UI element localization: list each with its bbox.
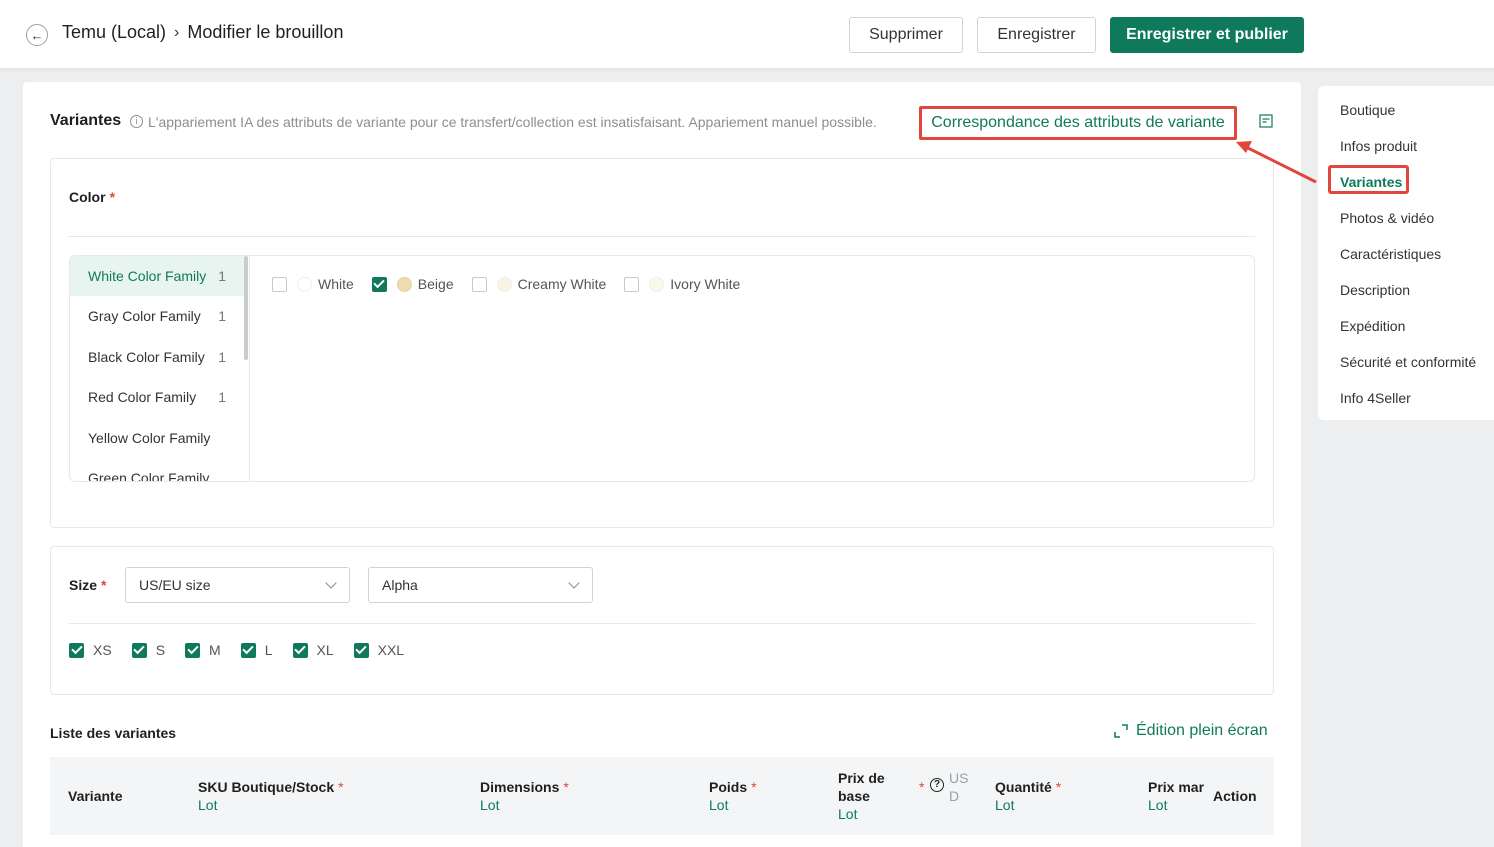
column-currency: US D <box>949 770 969 804</box>
checkbox[interactable] <box>240 642 256 658</box>
breadcrumb-store[interactable]: Temu (Local) <box>62 22 166 43</box>
size-option[interactable]: L <box>240 642 273 658</box>
color-swatch <box>297 276 312 292</box>
color-attribute-panel: Color * White Color Family 1 Gray Color Fa… <box>50 158 1274 528</box>
color-swatch <box>396 276 412 292</box>
divider <box>69 623 1255 624</box>
variant-list-title: Liste des variantes <box>50 725 177 741</box>
nav-item-shipping[interactable]: Expédition <box>1340 318 1405 334</box>
nav-item-safety-compliance[interactable]: Sécurité et conformité <box>1340 354 1476 370</box>
checkbox[interactable] <box>353 642 369 658</box>
divider <box>69 236 1255 237</box>
batch-link[interactable]: Lot <box>709 796 757 814</box>
color-family-item[interactable]: Red Color Family 1 <box>70 377 244 417</box>
color-option-beige[interactable]: Beige <box>371 276 454 292</box>
checkbox[interactable] <box>69 642 84 658</box>
color-option-creamy-white[interactable]: Creamy White <box>471 276 606 292</box>
color-picker: White Color Family 1 Gray Color Family 1 B… <box>69 255 1255 482</box>
size-attribute-panel: Size * US/EU size Alpha XS S M L XL XXL <box>50 546 1274 695</box>
nav-item-info-4seller[interactable]: Info 4Seller <box>1340 390 1411 406</box>
info-message: L'appariement IA des attributs de varian… <box>148 114 877 130</box>
column-action: Action <box>1213 788 1257 804</box>
notes-icon[interactable] <box>1259 114 1273 128</box>
nav-item-product-info[interactable]: Infos produit <box>1340 138 1417 154</box>
size-option[interactable]: XXL <box>353 642 404 658</box>
color-swatch <box>496 276 512 292</box>
color-family-item[interactable]: Gray Color Family 1 <box>70 296 244 336</box>
nav-item-boutique[interactable]: Boutique <box>1340 102 1395 118</box>
color-label: Color * <box>69 189 116 205</box>
batch-link[interactable]: Lot <box>995 796 1061 814</box>
nav-item-characteristics[interactable]: Caractéristiques <box>1340 246 1441 262</box>
page-header: ← Temu (Local) › Modifier le brouillon S… <box>0 0 1494 69</box>
size-option[interactable]: M <box>185 642 221 658</box>
batch-link[interactable]: Lot <box>1148 796 1204 814</box>
variant-attribute-mapping-link[interactable]: Correspondance des attributs de variante <box>919 106 1237 140</box>
chevron-down-icon <box>325 577 337 589</box>
color-family-list: White Color Family 1 Gray Color Family 1 B… <box>70 256 250 481</box>
page-title: Modifier le brouillon <box>187 22 344 42</box>
color-family-item[interactable]: Yellow Color Family <box>70 418 244 458</box>
column-variant: Variante <box>68 788 123 804</box>
color-swatch <box>649 276 665 292</box>
scrollbar[interactable] <box>244 256 248 360</box>
batch-link[interactable]: Lot <box>480 796 569 814</box>
size-options: XS S M L XL XXL <box>69 642 424 658</box>
color-option-ivory-white[interactable]: Ivory White <box>624 276 740 292</box>
variant-table-header: Variante SKU Boutique/Stock * Lot Dimensio… <box>50 757 1274 835</box>
section-title: Variantes <box>50 112 122 129</box>
base-price-required: * <box>919 779 925 795</box>
chevron-down-icon <box>568 577 580 589</box>
batch-link[interactable]: Lot <box>198 796 344 814</box>
size-option[interactable]: S <box>131 642 165 658</box>
nav-item-photos-video[interactable]: Photos & vidéo <box>1340 210 1434 226</box>
nav-item-description[interactable]: Description <box>1340 282 1410 298</box>
help-icon[interactable]: ? <box>930 778 944 792</box>
column-weight: Poids * Lot <box>709 779 757 814</box>
save-and-publish-button[interactable]: Enregistrer et publier <box>1110 17 1304 53</box>
delete-button[interactable]: Supprimer <box>849 17 963 53</box>
breadcrumb: Temu (Local) › Modifier le brouillon <box>62 22 343 43</box>
checkbox[interactable] <box>292 642 308 658</box>
column-dimensions: Dimensions * Lot <box>480 779 569 814</box>
checkbox[interactable] <box>624 276 640 292</box>
section-navigation: Boutique Infos produit Variantes Photos … <box>1318 86 1494 420</box>
save-button[interactable]: Enregistrer <box>977 17 1096 53</box>
column-base-price: Prix de base Lot <box>838 770 885 823</box>
size-type-select[interactable]: Alpha <box>368 567 593 603</box>
size-option[interactable]: XS <box>69 642 112 658</box>
size-option[interactable]: XL <box>292 642 334 658</box>
column-sku: SKU Boutique/Stock * Lot <box>198 779 344 814</box>
info-icon: i <box>130 115 143 128</box>
chevron-right-icon: › <box>174 23 180 41</box>
checkbox[interactable] <box>272 276 287 292</box>
checkbox[interactable] <box>371 276 387 292</box>
back-arrow-icon[interactable]: ← <box>26 24 48 46</box>
fullscreen-edit-link[interactable]: Édition plein écran <box>1114 722 1268 740</box>
color-family-item[interactable]: Black Color Family 1 <box>70 337 244 377</box>
fullscreen-icon <box>1114 724 1128 738</box>
color-family-item[interactable]: White Color Family 1 <box>70 256 244 296</box>
nav-item-variants[interactable]: Variantes <box>1340 174 1402 190</box>
annotation-arrow <box>1236 141 1317 184</box>
variants-card: Variantes i L'appariement IA des attribu… <box>23 82 1301 847</box>
size-system-select[interactable]: US/EU size <box>125 567 350 603</box>
checkbox[interactable] <box>471 276 487 292</box>
column-market-price: Prix mar Lot <box>1148 779 1204 814</box>
checkbox[interactable] <box>185 642 201 658</box>
size-label: Size * <box>69 577 107 593</box>
color-swatch-list: White Beige Creamy White Ivory White <box>272 276 758 292</box>
column-quantity: Quantité * Lot <box>995 779 1062 814</box>
color-family-item[interactable]: Green Color Family <box>70 458 244 481</box>
checkbox[interactable] <box>131 642 147 658</box>
color-option-white[interactable]: White <box>272 276 354 292</box>
batch-link[interactable]: Lot <box>838 805 885 823</box>
